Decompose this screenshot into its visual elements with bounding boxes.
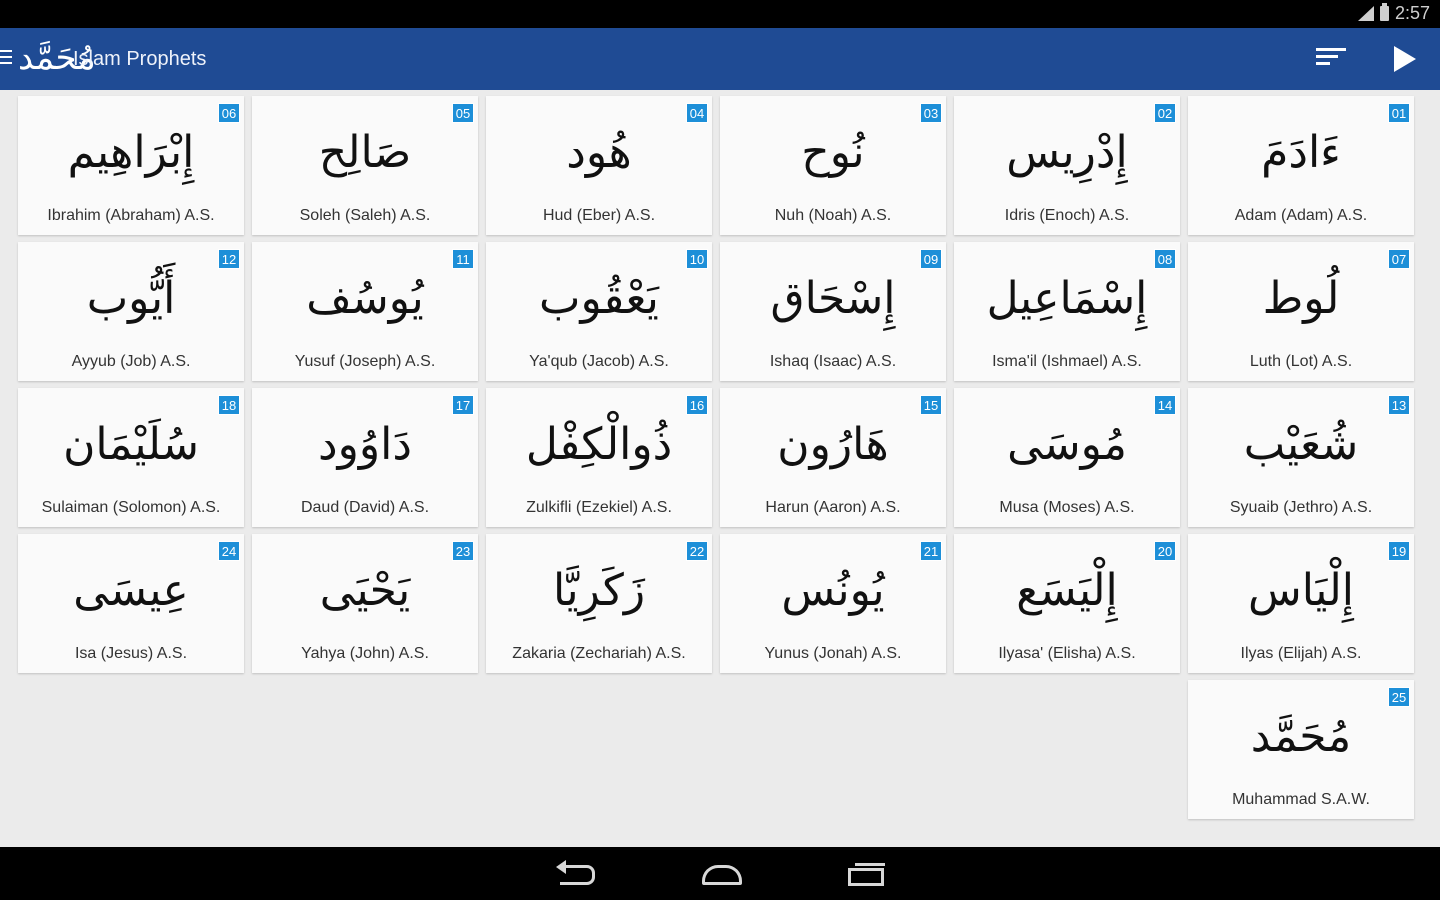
prophet-card[interactable]: 18 سُلَيْمَان Sulaiman (Solomon) A.S. — [18, 388, 244, 527]
arabic-name: صَالِح — [318, 127, 412, 178]
prophet-card[interactable]: 12 أَيُّوب Ayyub (Job) A.S. — [18, 242, 244, 381]
prophet-card[interactable]: 23 يَحْيَى Yahya (John) A.S. — [252, 534, 478, 673]
status-time: 2:57 — [1394, 3, 1430, 23]
prophet-name: Idris (Enoch) A.S. — [1004, 207, 1130, 224]
prophet-card[interactable]: 04 هُود Hud (Eber) A.S. — [486, 96, 712, 235]
prophet-name: Luth (Lot) A.S. — [1249, 353, 1353, 370]
prophet-card[interactable]: 10 يَعْقُوب Ya'qub (Jacob) A.S. — [486, 242, 712, 381]
arabic-name: مُوسَى — [1007, 419, 1127, 470]
prophet-name: Harun (Aaron) A.S. — [765, 499, 901, 516]
arabic-name: إِسْحَاق — [770, 273, 896, 324]
prophet-card[interactable]: 11 يُوسُف Yusuf (Joseph) A.S. — [252, 242, 478, 381]
battery-icon — [1379, 3, 1389, 21]
arabic-name: مُحَمَّد — [1250, 711, 1352, 762]
prophet-name: Sulaiman (Solomon) A.S. — [41, 499, 221, 516]
prophet-card[interactable]: 05 صَالِح Soleh (Saleh) A.S. — [252, 96, 478, 235]
prophet-card[interactable]: 19 إِلْيَاس Ilyas (Elijah) A.S. — [1188, 534, 1414, 673]
prophet-name: Ayyub (Job) A.S. — [71, 353, 191, 370]
menu-icon[interactable] — [0, 50, 12, 66]
home-icon — [702, 865, 742, 885]
prophet-name: Ibrahim (Abraham) A.S. — [47, 207, 215, 224]
prophet-card[interactable]: 08 إِسْمَاعِيل Isma'il (Ishmael) A.S. — [954, 242, 1180, 381]
prophet-name: Yunus (Jonah) A.S. — [764, 645, 902, 662]
status-bar: 2:57 — [0, 0, 1440, 28]
app-logo[interactable]: مُحَمَّد — [18, 34, 96, 82]
arabic-name: شُعَيْب — [1243, 419, 1359, 470]
arabic-name: هَارُون — [777, 419, 889, 470]
arabic-name: إِلْيَسَع — [1016, 565, 1118, 616]
prophet-name: Soleh (Saleh) A.S. — [299, 207, 431, 224]
prophet-card[interactable]: 24 عِيسَى Isa (Jesus) A.S. — [18, 534, 244, 673]
arabic-name: زَكَرِيَّا — [552, 565, 646, 616]
arabic-name: نُوح — [801, 127, 865, 178]
prophet-name: Adam (Adam) A.S. — [1234, 207, 1368, 224]
prophet-card[interactable]: 22 زَكَرِيَّا Zakaria (Zechariah) A.S. — [486, 534, 712, 673]
arabic-name: إِلْيَاس — [1247, 565, 1355, 616]
prophet-name: Syuaib (Jethro) A.S. — [1229, 499, 1373, 516]
app-bar: مُحَمَّد Islam Prophets — [0, 28, 1440, 90]
prophet-name: Zakaria (Zechariah) A.S. — [512, 645, 686, 662]
signal-icon — [1357, 5, 1374, 22]
recent-apps-icon — [848, 863, 885, 886]
arabic-name: يُونُس — [781, 565, 885, 616]
arabic-name: لُوط — [1262, 273, 1340, 324]
prophet-name: Hud (Eber) A.S. — [542, 207, 656, 224]
prophet-card[interactable]: 21 يُونُس Yunus (Jonah) A.S. — [720, 534, 946, 673]
arabic-name: دَاوُود — [318, 419, 412, 470]
arabic-name: إِسْمَاعِيل — [986, 273, 1148, 324]
prophet-card[interactable]: 03 نُوح Nuh (Noah) A.S. — [720, 96, 946, 235]
home-button[interactable] — [700, 859, 744, 889]
prophet-name: Musa (Moses) A.S. — [999, 499, 1135, 516]
arabic-name: أَيُّوب — [86, 273, 176, 324]
arabic-name: يُوسُف — [306, 273, 424, 324]
arabic-name: سُلَيْمَان — [63, 419, 199, 470]
arabic-name: يَحْيَى — [319, 565, 411, 616]
prophet-name: Ishaq (Isaac) A.S. — [769, 353, 897, 370]
prophet-card[interactable]: 13 شُعَيْب Syuaib (Jethro) A.S. — [1188, 388, 1414, 527]
arabic-name: ذُوالْكِفْل — [525, 419, 673, 470]
prophet-card[interactable]: 17 دَاوُود Daud (David) A.S. — [252, 388, 478, 527]
arabic-name: ءَادَمَ — [1261, 127, 1341, 178]
arabic-name: هُود — [566, 127, 632, 178]
prophet-card[interactable]: 06 إِبْرَاهِيم Ibrahim (Abraham) A.S. — [18, 96, 244, 235]
play-icon[interactable] — [1388, 42, 1422, 76]
sort-icon[interactable] — [1312, 44, 1352, 74]
prophet-grid: 01 ءَادَمَ Adam (Adam) A.S. 02 إِدْرِيس Idris… — [0, 90, 1440, 847]
prophet-card[interactable]: 15 هَارُون Harun (Aaron) A.S. — [720, 388, 946, 527]
recent-apps-button[interactable] — [844, 859, 888, 889]
prophet-name: Zulkifli (Ezekiel) A.S. — [526, 499, 672, 516]
prophet-name: Isa (Jesus) A.S. — [74, 645, 188, 662]
prophet-card[interactable]: 20 إِلْيَسَع Ilyasa' (Elisha) A.S. — [954, 534, 1180, 673]
prophet-card[interactable]: 16 ذُوالْكِفْل Zulkifli (Ezekiel) A.S. — [486, 388, 712, 527]
prophet-name: Yahya (John) A.S. — [301, 645, 429, 662]
app-title: Islam Prophets — [73, 48, 207, 70]
prophet-name: Muhammad S.A.W. — [1232, 791, 1370, 808]
prophet-name: Daud (David) A.S. — [300, 499, 430, 516]
prophet-card[interactable]: 14 مُوسَى Musa (Moses) A.S. — [954, 388, 1180, 527]
prophet-name: Nuh (Noah) A.S. — [774, 207, 892, 224]
prophet-card[interactable]: 02 إِدْرِيس Idris (Enoch) A.S. — [954, 96, 1180, 235]
prophet-card[interactable]: 09 إِسْحَاق Ishaq (Isaac) A.S. — [720, 242, 946, 381]
prophet-name: Yusuf (Joseph) A.S. — [294, 353, 436, 370]
prophet-card[interactable]: 25 مُحَمَّد Muhammad S.A.W. — [1188, 680, 1414, 819]
system-nav-bar — [0, 847, 1440, 900]
prophet-card[interactable]: 07 لُوط Luth (Lot) A.S. — [1188, 242, 1414, 381]
prophet-name: Ilyas (Elijah) A.S. — [1240, 645, 1362, 662]
prophet-name: Ilyasa' (Elisha) A.S. — [998, 645, 1136, 662]
arabic-name: إِدْرِيس — [1006, 127, 1128, 178]
prophet-card[interactable]: 01 ءَادَمَ Adam (Adam) A.S. — [1188, 96, 1414, 235]
prophet-name: Isma'il (Ishmael) A.S. — [992, 353, 1142, 370]
arabic-name: عِيسَى — [73, 565, 189, 616]
back-button[interactable] — [556, 859, 600, 889]
prophet-name: Ya'qub (Jacob) A.S. — [529, 353, 669, 370]
arabic-name: إِبْرَاهِيم — [67, 127, 195, 178]
arabic-name: يَعْقُوب — [539, 273, 659, 324]
